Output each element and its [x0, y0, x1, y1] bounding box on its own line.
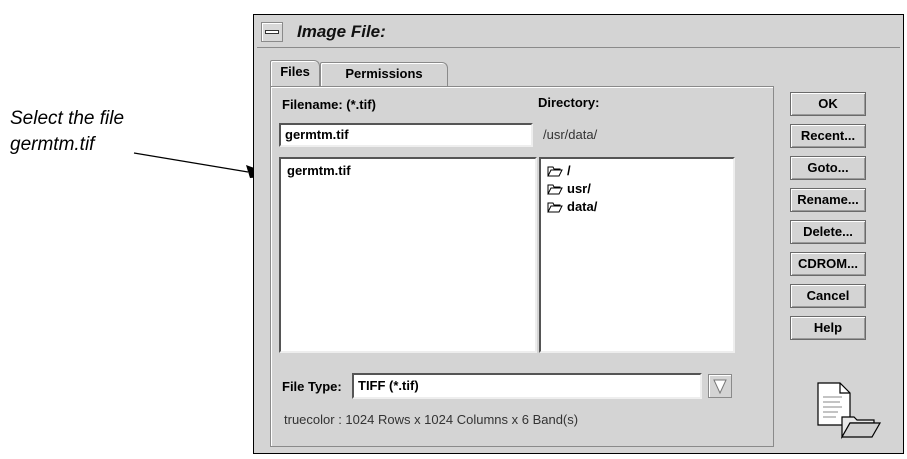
- files-panel: Filename: (*.tif) Directory: germtm.tif …: [270, 86, 774, 447]
- directory-item-label: data/: [567, 199, 598, 215]
- recent-button[interactable]: Recent...: [790, 124, 866, 148]
- filetype-dropdown-button[interactable]: [708, 374, 732, 398]
- delete-button[interactable]: Delete...: [790, 220, 866, 244]
- directory-item-data[interactable]: data/: [547, 198, 597, 216]
- ok-button[interactable]: OK: [790, 92, 866, 116]
- rename-button[interactable]: Rename...: [790, 188, 866, 212]
- directory-label: Directory:: [538, 95, 600, 110]
- filename-label: Filename: (*.tif): [282, 97, 376, 112]
- folder-open-icon: [547, 166, 563, 177]
- tab-permissions[interactable]: Permissions: [320, 62, 448, 86]
- filename-input[interactable]: germtm.tif: [279, 123, 533, 147]
- tab-files[interactable]: Files: [270, 60, 320, 86]
- title-bar: Image File:: [257, 18, 900, 48]
- window-title: Image File:: [297, 22, 386, 41]
- dropdown-triangle-icon: [713, 379, 727, 395]
- directory-path: /usr/data/: [543, 127, 598, 142]
- file-list[interactable]: germtm.tif: [279, 157, 537, 353]
- document-folder-icon: [817, 382, 882, 440]
- filetype-select[interactable]: TIFF (*.tif): [352, 373, 702, 399]
- help-button[interactable]: Help: [790, 316, 866, 340]
- window-menu-icon[interactable]: [261, 22, 283, 42]
- directory-item-usr[interactable]: usr/: [547, 180, 591, 198]
- directory-item-root[interactable]: /: [547, 162, 571, 180]
- cancel-button[interactable]: Cancel: [790, 284, 866, 308]
- cdrom-button[interactable]: CDROM...: [790, 252, 866, 276]
- image-file-dialog: Image File: Files Permissions Filename: …: [253, 14, 904, 454]
- image-info-text: truecolor : 1024 Rows x 1024 Columns x 6…: [284, 412, 579, 427]
- file-item-germtm[interactable]: germtm.tif: [287, 163, 351, 178]
- filetype-label: File Type:: [282, 379, 342, 394]
- folder-open-icon: [547, 202, 563, 213]
- directory-item-label: /: [567, 163, 571, 179]
- folder-open-icon: [547, 184, 563, 195]
- directory-item-label: usr/: [567, 181, 591, 197]
- goto-button[interactable]: Goto...: [790, 156, 866, 180]
- directory-list[interactable]: / usr/ data/: [539, 157, 735, 353]
